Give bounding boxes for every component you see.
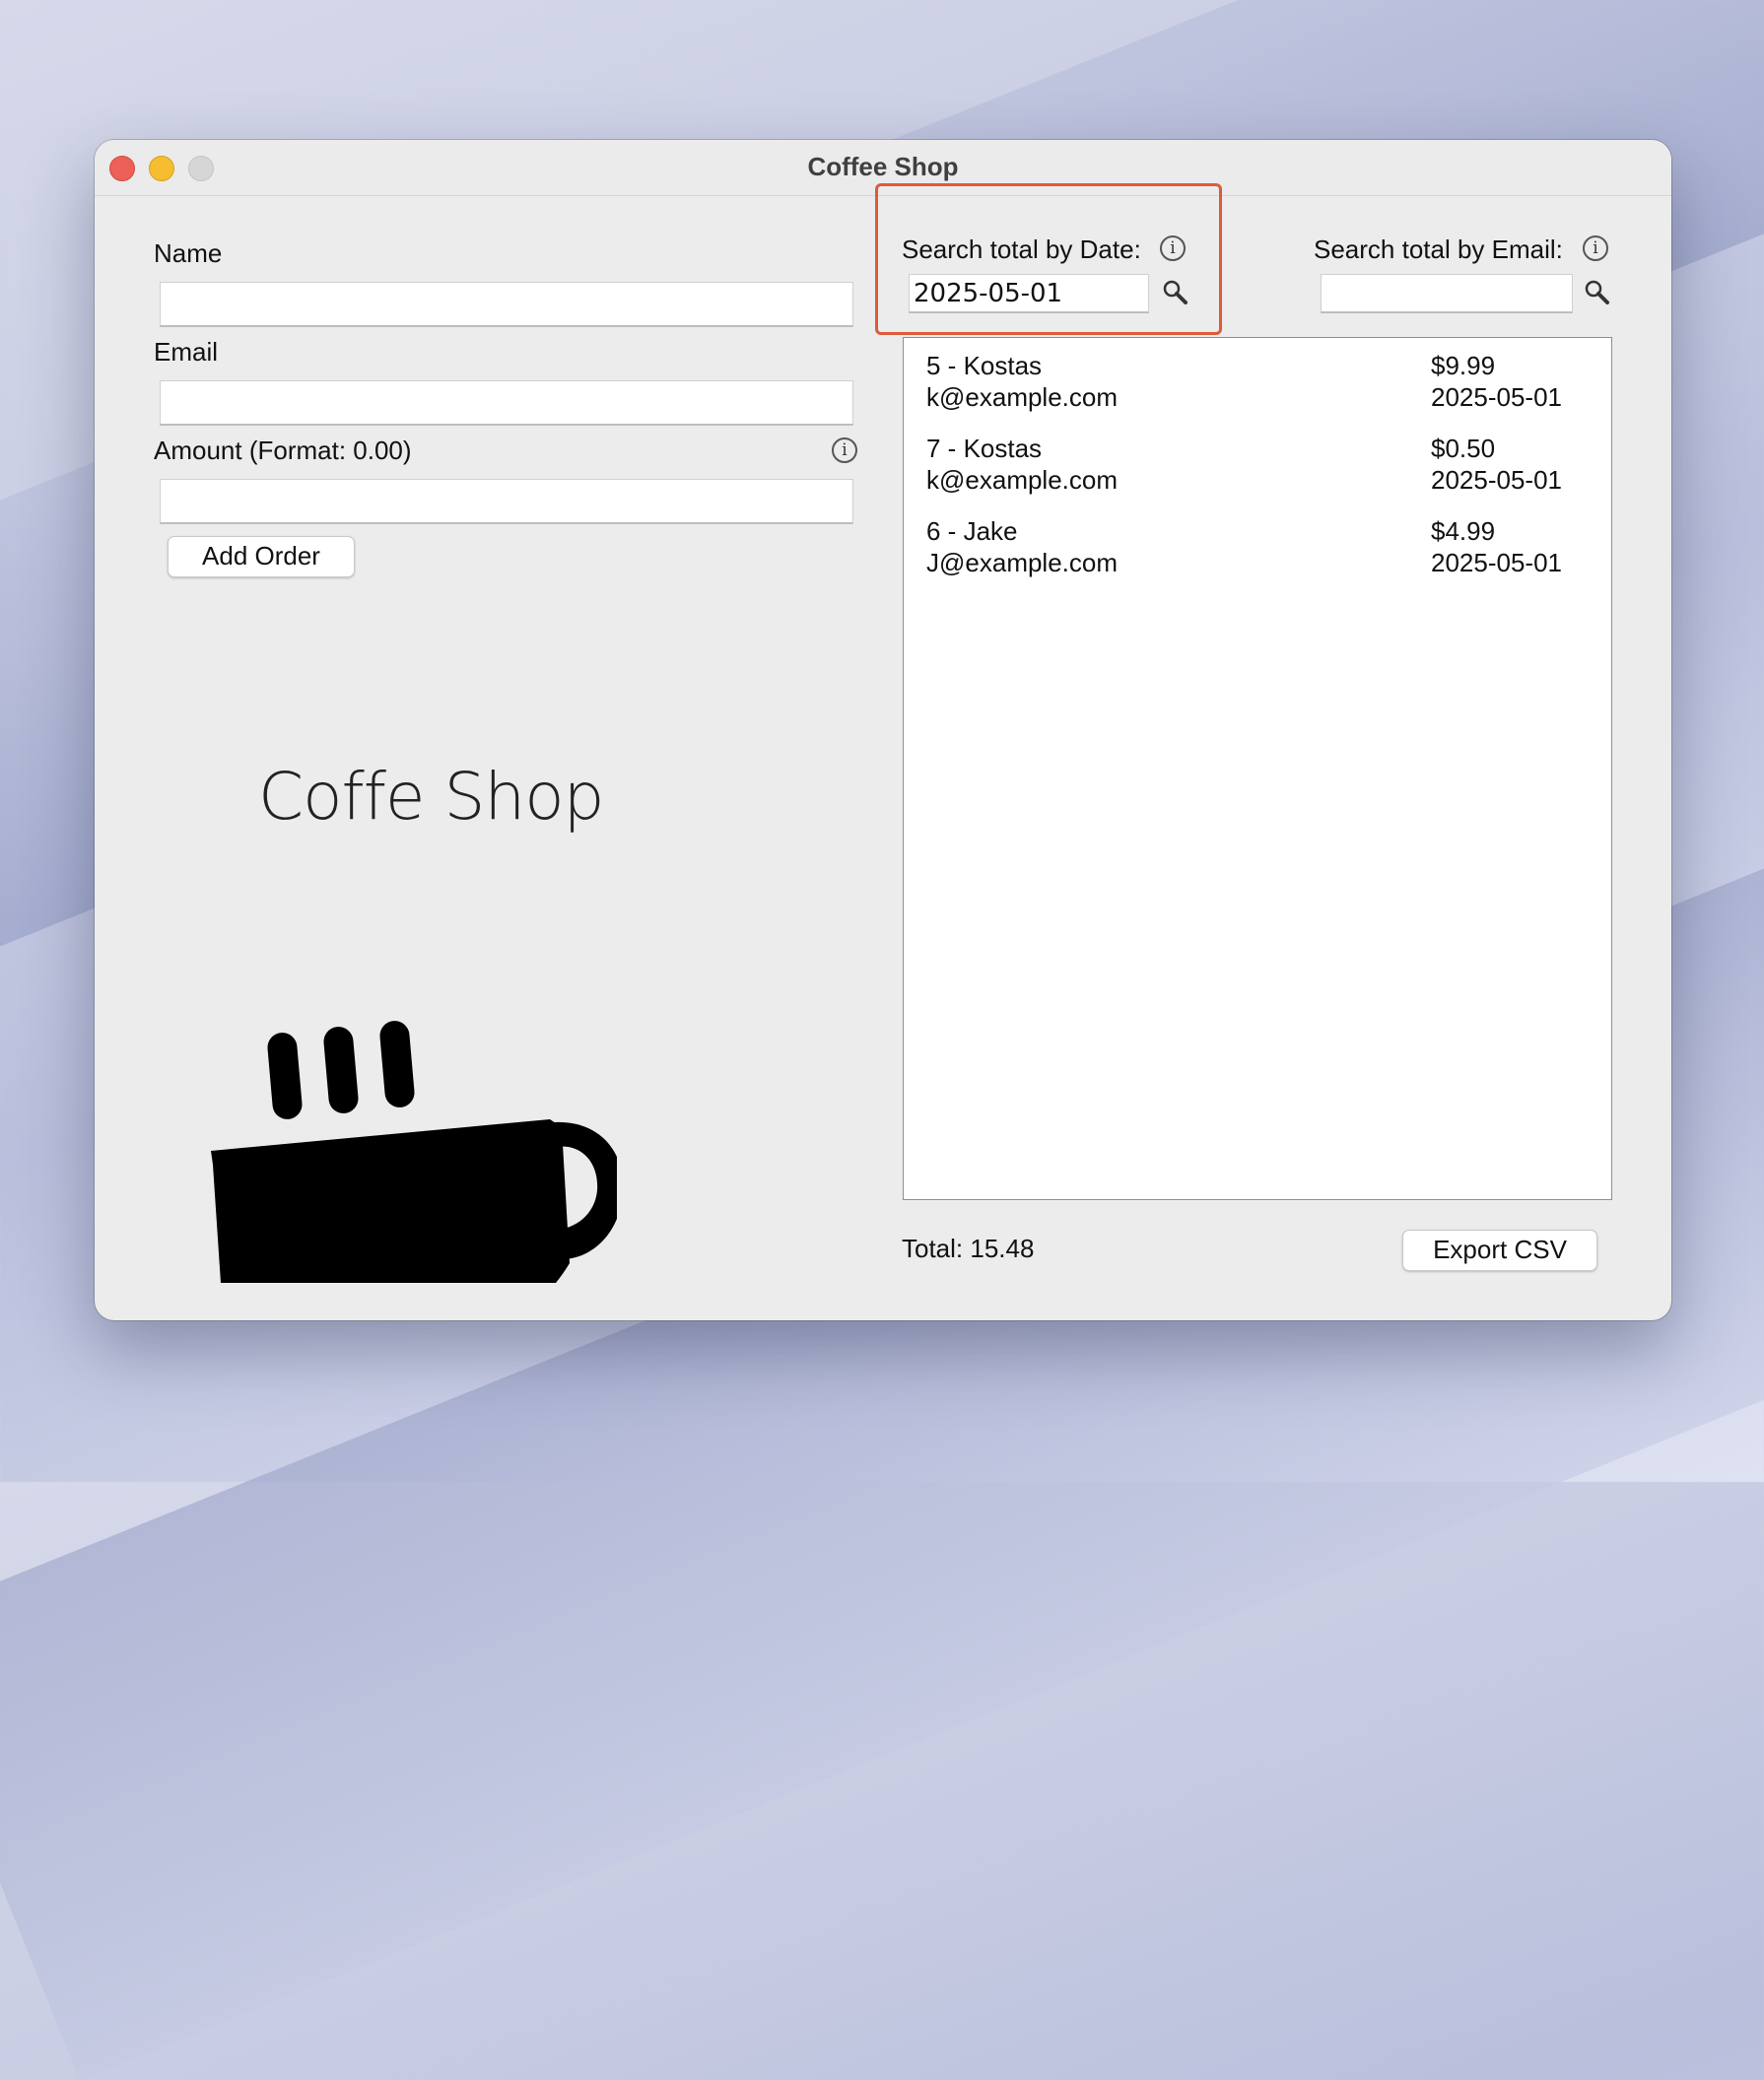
- search-icon[interactable]: [1583, 278, 1612, 307]
- window-title: Coffee Shop: [807, 152, 959, 181]
- order-date: 2025-05-01: [1431, 382, 1562, 412]
- coffee-cup-icon: [211, 1021, 617, 1283]
- order-email: J@example.com: [926, 548, 1119, 577]
- name-field[interactable]: [160, 282, 853, 327]
- orders-list[interactable]: 5 - Kostas k@example.com $9.99 2025-05-0…: [903, 337, 1612, 1200]
- total-label: Total: 15.48: [902, 1234, 1035, 1263]
- list-item[interactable]: 5 - Kostas k@example.com $9.99 2025-05-0…: [904, 350, 1611, 433]
- name-label: Name: [154, 238, 223, 268]
- order-email: k@example.com: [926, 465, 1119, 495]
- order-date: 2025-05-01: [1431, 465, 1562, 495]
- email-label: Email: [154, 337, 219, 367]
- amount-field[interactable]: [160, 479, 853, 524]
- export-csv-button[interactable]: Export CSV: [1402, 1230, 1597, 1271]
- order-id-name: 6 - Jake: [926, 516, 1018, 546]
- order-amount: $4.99: [1431, 516, 1496, 546]
- list-item[interactable]: 7 - Kostas k@example.com $0.50 2025-05-0…: [904, 433, 1611, 515]
- order-id-name: 7 - Kostas: [926, 434, 1043, 463]
- search-email-input[interactable]: [1321, 274, 1573, 313]
- info-icon[interactable]: i: [1583, 235, 1608, 261]
- list-item[interactable]: 6 - Jake J@example.com $4.99 2025-05-01: [904, 515, 1611, 598]
- highlight-box: [875, 183, 1222, 335]
- search-email-label: Search total by Email:: [1314, 235, 1563, 264]
- info-icon[interactable]: i: [832, 437, 857, 463]
- order-email: k@example.com: [926, 382, 1119, 412]
- order-date: 2025-05-01: [1431, 548, 1562, 577]
- order-id-name: 5 - Kostas: [926, 351, 1043, 380]
- amount-label: Amount (Format: 0.00): [154, 436, 412, 465]
- order-amount: $0.50: [1431, 434, 1496, 463]
- email-field[interactable]: [160, 380, 853, 426]
- order-amount: $9.99: [1431, 351, 1496, 380]
- add-order-button[interactable]: Add Order: [168, 536, 355, 577]
- app-window: Coffee Shop Name Email Amount (Format: 0…: [95, 140, 1671, 1320]
- logo-text: Coffe Shop: [258, 759, 605, 835]
